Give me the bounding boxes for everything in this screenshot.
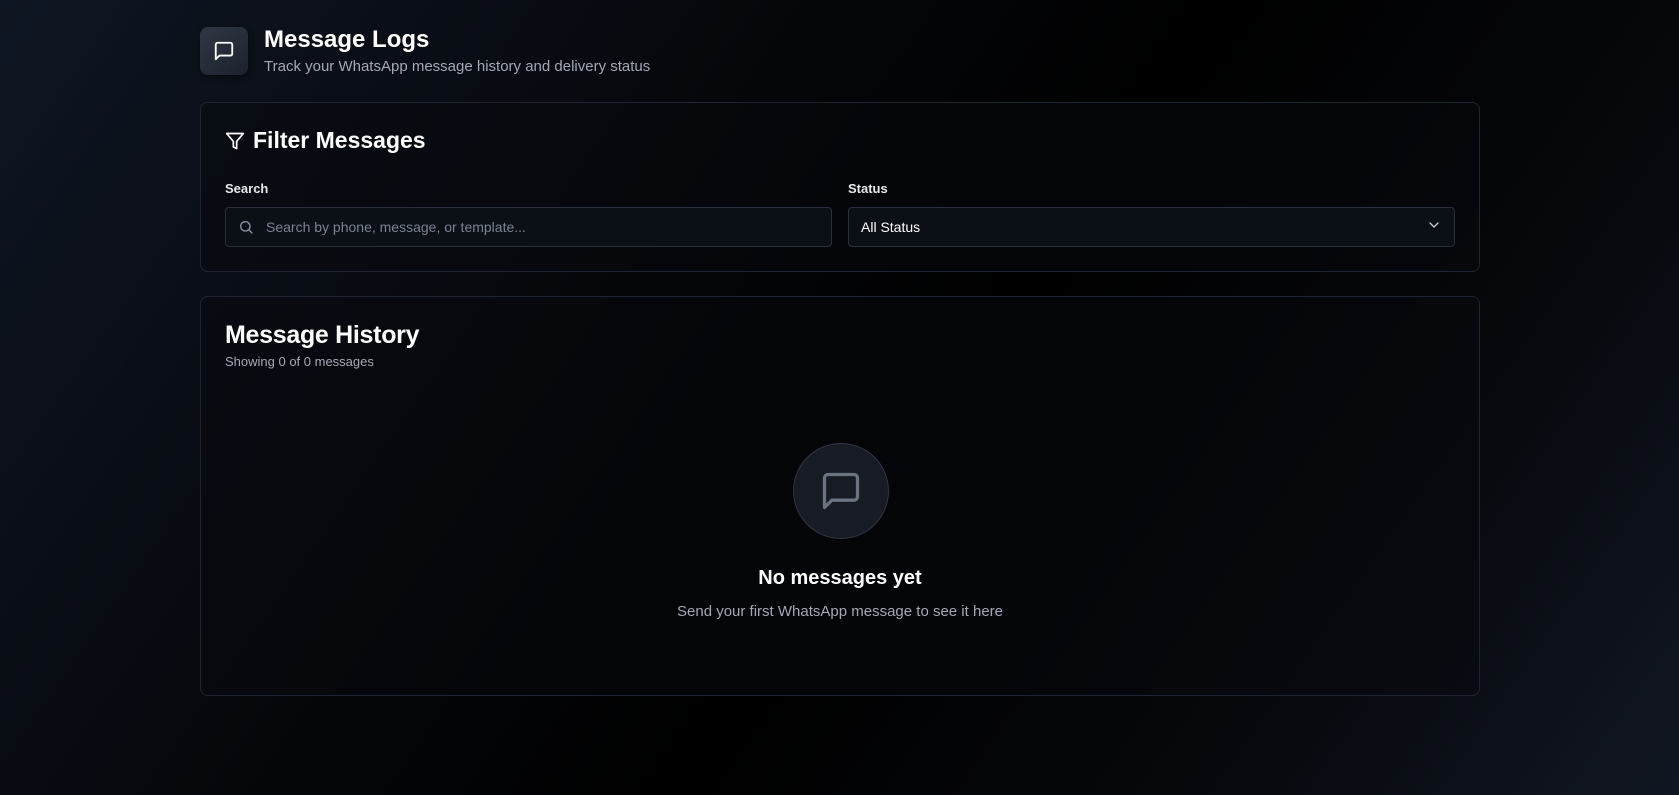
- search-box: [225, 207, 832, 247]
- history-title: Message History: [225, 321, 420, 349]
- header-text: Message Logs Track your WhatsApp message…: [264, 26, 650, 75]
- page-subtitle: Track your WhatsApp message history and …: [264, 58, 651, 75]
- status-selected-value: All Status: [861, 219, 921, 235]
- empty-state-subtitle: Send your first WhatsApp message to see …: [677, 603, 1003, 620]
- search-input[interactable]: [254, 208, 831, 246]
- filter-title-text: Filter Messages: [253, 127, 426, 153]
- page-header: Message Logs Track your WhatsApp message…: [200, 26, 650, 75]
- status-select[interactable]: All Status: [848, 207, 1455, 247]
- filter-card: Filter Messages Search Status All Status: [200, 102, 1480, 272]
- message-square-icon: [200, 26, 248, 75]
- search-label: Search: [225, 181, 269, 196]
- filter-icon: [225, 131, 245, 151]
- filter-title: Filter Messages: [225, 127, 426, 154]
- history-card: Message History Showing 0 of 0 messages …: [200, 296, 1480, 696]
- page-title: Message Logs: [264, 26, 430, 53]
- chevron-down-icon: [1426, 217, 1442, 238]
- empty-state-title: No messages yet: [758, 567, 922, 589]
- message-square-icon: [793, 443, 889, 539]
- history-count: Showing 0 of 0 messages: [225, 354, 374, 369]
- search-icon: [238, 219, 254, 235]
- status-label: Status: [848, 181, 888, 196]
